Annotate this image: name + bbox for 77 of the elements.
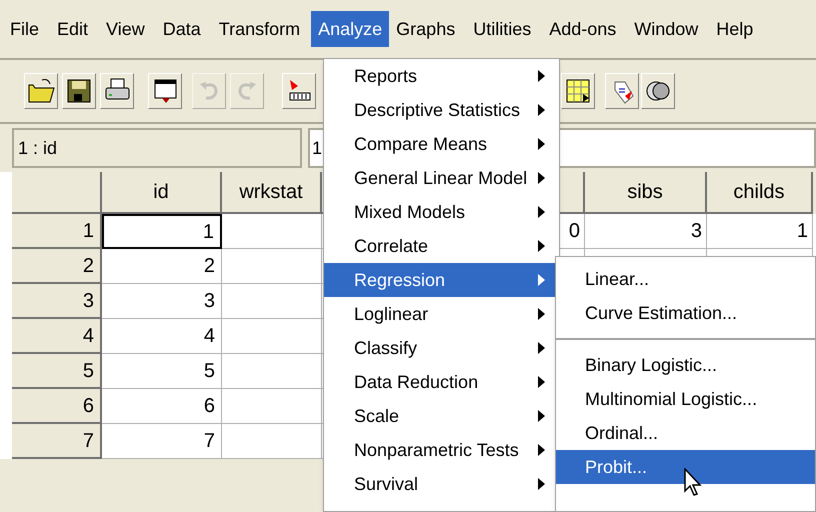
row-header[interactable]: 7 <box>12 424 102 459</box>
menu-item[interactable]: Compare Means <box>324 127 559 161</box>
menu-item[interactable]: Curve Estimation... <box>556 296 815 330</box>
menu-item[interactable]: Help <box>709 11 760 47</box>
submenu-arrow-icon <box>538 138 545 150</box>
menu-item[interactable]: View <box>99 11 152 47</box>
menu-item[interactable]: Binary Logistic... <box>556 348 815 382</box>
toolbar-button[interactable] <box>282 73 316 109</box>
submenu-arrow-icon <box>538 274 545 286</box>
menu-item[interactable]: Add-ons <box>542 11 624 47</box>
menu-item[interactable]: Linear... <box>556 262 815 296</box>
row-header[interactable]: 3 <box>12 284 102 319</box>
submenu-arrow-icon <box>538 410 545 422</box>
menu-item[interactable]: Utilities <box>466 11 538 47</box>
table-cell[interactable]: 5 <box>102 354 222 389</box>
table-cell[interactable]: 1 <box>707 214 813 249</box>
submenu-arrow-icon <box>538 172 545 184</box>
menu-item[interactable]: Nonparametric Tests <box>324 433 559 467</box>
table-cell[interactable] <box>222 424 322 459</box>
menu-item[interactable]: Scale <box>324 399 559 433</box>
menu-item[interactable]: Multinomial Logistic... <box>556 382 815 416</box>
toolbar-button[interactable] <box>62 73 96 109</box>
table-cell[interactable] <box>222 214 322 249</box>
menu-item[interactable]: Data Reduction <box>324 365 559 399</box>
submenu-arrow-icon <box>538 308 545 320</box>
table-cell[interactable] <box>222 354 322 389</box>
cursor-icon <box>684 468 702 496</box>
menu-item[interactable]: Mixed Models <box>324 195 559 229</box>
submenu-arrow-icon <box>538 376 545 388</box>
cell-value-text: 1 <box>312 136 322 160</box>
menu-item[interactable]: Classify <box>324 331 559 365</box>
submenu-arrow-icon <box>538 206 545 218</box>
row-header[interactable]: 6 <box>12 389 102 424</box>
menu-item[interactable]: File <box>3 11 46 47</box>
row-header[interactable]: 1 <box>12 214 102 249</box>
submenu-arrow-icon <box>538 240 545 252</box>
table-cell[interactable]: 6 <box>102 389 222 424</box>
column-header: sibs <box>585 172 707 214</box>
column-header: id <box>102 172 222 214</box>
submenu-arrow-icon <box>538 70 545 82</box>
toolbar-button[interactable] <box>100 73 134 109</box>
menu-item[interactable]: Correlate <box>324 229 559 263</box>
table-cell[interactable] <box>222 249 322 284</box>
toolbar-button[interactable] <box>24 73 58 109</box>
menu-item[interactable]: Data <box>156 11 208 47</box>
submenu-arrow-icon <box>538 104 545 116</box>
row-header[interactable]: 2 <box>12 249 102 284</box>
menu-item[interactable]: Probit... <box>556 450 815 484</box>
table-cell[interactable]: 3 <box>585 214 707 249</box>
menu-item[interactable]: Reports <box>324 59 559 93</box>
table-cell[interactable] <box>222 319 322 354</box>
submenu-arrow-icon <box>538 478 545 490</box>
submenu-arrow-icon <box>538 444 545 456</box>
table-cell[interactable]: 1 <box>102 214 222 249</box>
menu-item[interactable]: Descriptive Statistics <box>324 93 559 127</box>
cell-name-field[interactable]: 1 : id <box>12 128 302 168</box>
column-header: childs <box>707 172 813 214</box>
table-cell[interactable]: 3 <box>102 284 222 319</box>
menu-item[interactable]: Transform <box>212 11 308 47</box>
menu-item[interactable]: Loglinear <box>324 297 559 331</box>
submenu-arrow-icon <box>538 342 545 354</box>
table-cell[interactable]: 4 <box>102 319 222 354</box>
toolbar-button[interactable] <box>561 73 595 109</box>
toolbar-button[interactable] <box>641 73 675 109</box>
menu-item[interactable]: Graphs <box>389 11 462 47</box>
menu-item[interactable]: Edit <box>50 11 96 47</box>
menu-item[interactable]: Analyze <box>311 11 390 47</box>
menu-item[interactable]: Window <box>627 11 706 47</box>
table-cell[interactable]: 7 <box>102 424 222 459</box>
table-cell[interactable]: 2 <box>102 249 222 284</box>
menu-item[interactable]: Survival <box>324 467 559 501</box>
row-header[interactable]: 4 <box>12 319 102 354</box>
toolbar-button[interactable] <box>148 73 182 109</box>
table-cell[interactable] <box>222 389 322 424</box>
row-header[interactable]: 5 <box>12 354 102 389</box>
table-cell[interactable] <box>222 284 322 319</box>
menu-item[interactable]: Ordinal... <box>556 416 815 450</box>
